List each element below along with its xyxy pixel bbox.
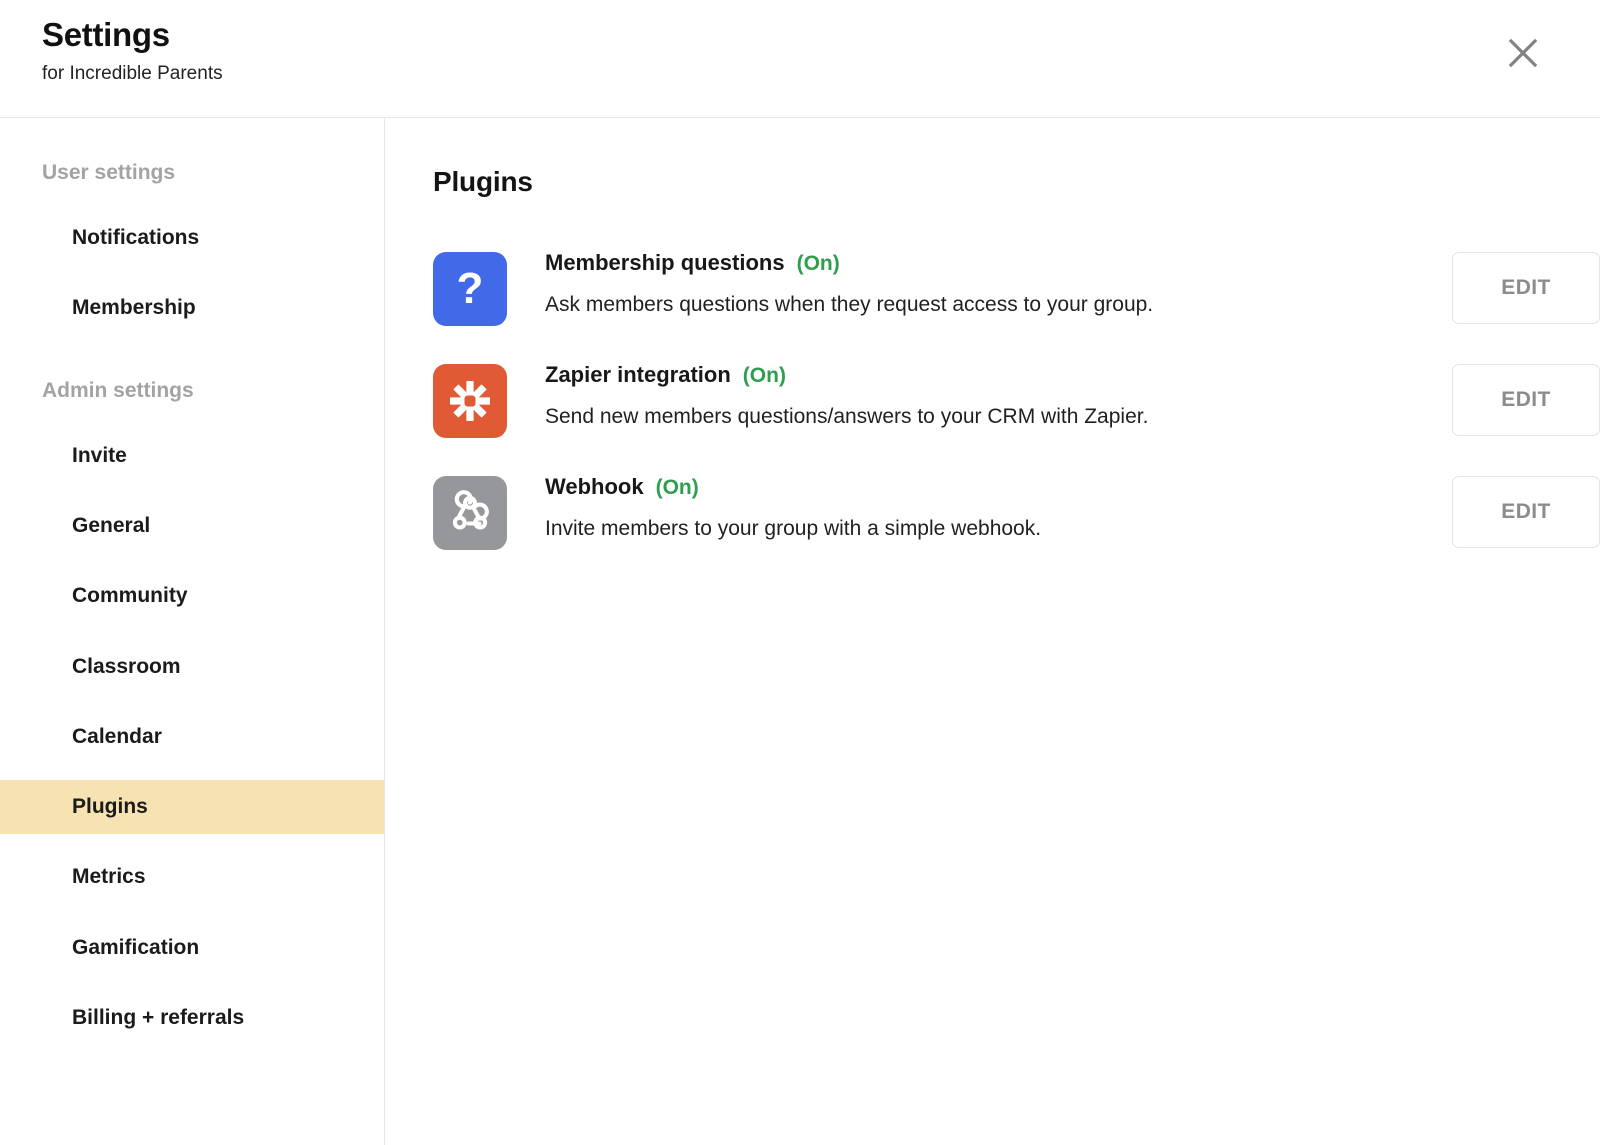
plugins-panel: Plugins ? Membership questions (On) Ask … [385,118,1600,1145]
plugin-heading: Zapier integration (On) [545,362,1428,388]
nav-group-label-admin-settings: Admin settings [42,378,194,402]
plugin-list: ? Membership questions (On) Ask members … [433,250,1600,550]
plugin-heading: Membership questions (On) [545,250,1428,276]
status-badge: (On) [796,252,840,275]
plugin-description: Ask members questions when they request … [545,293,1154,317]
sidebar-item-membership[interactable]: Membership [0,281,384,335]
sidebar-item-metrics[interactable]: Metrics [0,850,384,904]
sidebar-item-invite[interactable]: Invite [0,429,384,483]
sidebar-item-plugins[interactable]: Plugins [0,780,384,835]
sidebar-item-general[interactable]: General [0,499,384,553]
plugin-row: Webhook (On) Invite members to your grou… [433,474,1600,550]
panel-title: Plugins [433,166,533,197]
page-subtitle: for Incredible Parents [42,63,223,85]
status-badge: (On) [742,364,786,387]
sidebar-item-classroom[interactable]: Classroom [0,640,384,694]
plugin-row: ? Membership questions (On) Ask members … [433,250,1600,326]
settings-modal: Settings for Incredible Parents User set… [0,0,1600,1145]
nav-group-label-user-settings: User settings [42,161,176,184]
status-badge: (On) [655,476,699,499]
plugin-name: Zapier integration [545,362,731,387]
close-icon [1506,36,1540,70]
sidebar-item-notifications[interactable]: Notifications [0,211,384,265]
sidebar-item-community[interactable]: Community [0,569,384,623]
plugin-heading: Webhook (On) [545,474,1428,500]
sidebar-item-billing-referrals[interactable]: Billing + referrals [0,991,384,1045]
plugin-name: Membership questions [545,250,785,275]
webhook-icon [433,476,507,550]
edit-button-membership-questions[interactable]: EDIT [1452,252,1600,324]
plugin-info: Zapier integration (On) Send new members… [507,362,1428,431]
page-title: Settings [42,16,170,53]
zapier-asterisk-icon [433,364,507,438]
plugin-info: Membership questions (On) Ask members qu… [507,250,1428,319]
modal-body: User settings Notifications Membership A… [0,118,1600,1145]
edit-button-webhook[interactable]: EDIT [1452,476,1600,548]
plugin-description: Send new members questions/answers to yo… [545,405,1149,429]
sidebar-item-calendar[interactable]: Calendar [0,710,384,764]
plugin-info: Webhook (On) Invite members to your grou… [507,474,1428,543]
close-button[interactable] [1500,30,1546,76]
plugin-description: Invite members to your group with a simp… [545,517,1042,541]
sidebar-item-gamification[interactable]: Gamification [0,921,384,975]
plugin-row: Zapier integration (On) Send new members… [433,362,1600,438]
question-mark-icon: ? [433,252,507,326]
modal-header: Settings for Incredible Parents [0,0,1600,118]
edit-button-zapier-integration[interactable]: EDIT [1452,364,1600,436]
plugin-name: Webhook [545,474,644,499]
settings-sidebar: User settings Notifications Membership A… [0,118,385,1145]
